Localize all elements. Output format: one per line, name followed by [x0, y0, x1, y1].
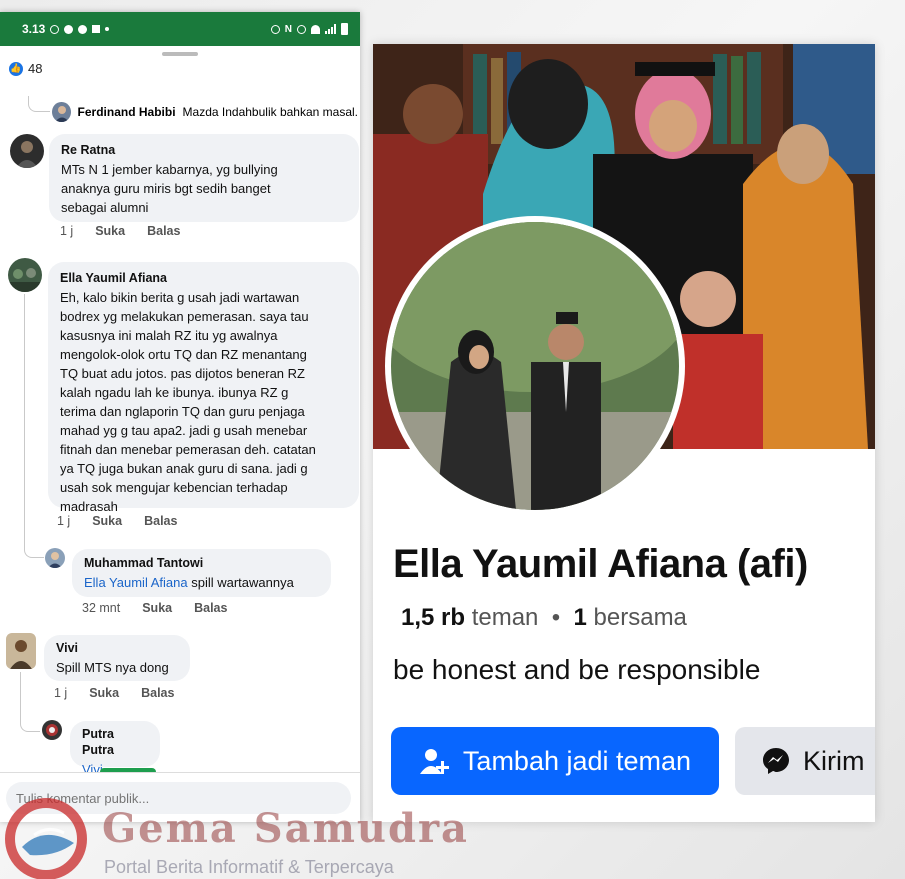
comment-line: mahad yg g tau apa2. jadi g usah menebar	[60, 423, 308, 438]
add-friend-icon	[419, 749, 449, 774]
reaction-count: 48	[28, 61, 43, 76]
comment-time: 1 j	[57, 514, 71, 528]
avatar[interactable]	[52, 102, 71, 122]
comment-line: ya TQ juga bukan anak guru di sana. jadi…	[60, 461, 308, 476]
add-friend-button[interactable]: Tambah jadi teman	[391, 727, 719, 795]
comment-author[interactable]: Re Ratna	[61, 142, 347, 158]
comment-author[interactable]: Putra Putra	[82, 726, 148, 758]
comment-author[interactable]: Vivi	[56, 640, 178, 656]
comment-text: Mazda Indahbulik bahkan masal.	[182, 105, 358, 119]
message-button[interactable]: Kirim	[735, 727, 875, 795]
profile-bio: be honest and be responsible	[393, 654, 761, 685]
comment-time: 1 j	[60, 224, 74, 238]
comment-time: 32 mnt	[82, 601, 121, 615]
comment-line: bodrex yg melakukan pemerasan. saya tau	[60, 309, 309, 324]
comment-input[interactable]	[6, 782, 351, 814]
mute-icon	[297, 24, 306, 34]
comment-line: kasusnya ini malah RZ itu yg awalnya	[60, 328, 278, 343]
like-icon: 👍	[9, 61, 23, 76]
thread-connector	[28, 96, 50, 112]
messenger-icon	[763, 748, 789, 774]
avatar[interactable]	[45, 548, 65, 568]
comment-author[interactable]: Ella Yaumil Afiana	[60, 270, 347, 286]
add-friend-label: Tambah jadi teman	[462, 745, 692, 776]
friends-count: 1,5 rb	[401, 604, 466, 631]
reply-button[interactable]: Balas	[141, 686, 174, 700]
comment-line: mengolok-olok ortu TQ dan RZ menantang	[60, 347, 307, 362]
comment-composer	[0, 772, 360, 822]
nfc-icon: N	[284, 23, 292, 35]
comment-text: spill wartawannya	[191, 575, 294, 590]
mention-link[interactable]: Ella Yaumil Afiana	[84, 575, 188, 590]
avatar[interactable]	[42, 720, 62, 740]
like-button[interactable]: Suka	[92, 514, 122, 528]
wifi-icon	[311, 24, 320, 34]
like-button[interactable]: Suka	[89, 686, 119, 700]
avatar[interactable]	[6, 633, 36, 669]
comment-bubble: Re Ratna MTs N 1 jember kabarnya, yg bul…	[49, 134, 359, 222]
comment-line: TQ buat adu jotos. pas dijotos beneran R…	[60, 366, 305, 381]
profile-name: Ella Yaumil Afiana (afi)	[393, 542, 808, 586]
chat-icon	[78, 24, 88, 34]
status-time: 3.13	[22, 22, 46, 36]
thread-connector	[20, 672, 21, 722]
comment-line: usah sok mengujar kebencian terhadap	[60, 480, 288, 495]
comment-bubble: Vivi Spill MTS nya dong	[44, 635, 190, 681]
comment-line: anaknya guru miris bgt sedih banget	[61, 181, 271, 196]
signal-icon	[325, 24, 336, 34]
comment-actions: 32 mnt Suka Balas	[82, 601, 227, 615]
comments-screen: 3.13 N 👍 48 Ferdinand Habibi Mazda Indah…	[0, 12, 360, 822]
comment-line: MTs N 1 jember kabarnya, yg bullying	[61, 162, 278, 177]
profile-card: Ella Yaumil Afiana (afi) 1,5 rb teman • …	[373, 44, 875, 822]
gallery-icon	[92, 25, 101, 33]
separator-dot: •	[545, 604, 567, 631]
thread-connector	[20, 718, 40, 732]
comment-bubble: Putra Putra Vivi	[70, 721, 160, 777]
thread-connector	[24, 294, 25, 534]
like-button[interactable]: Suka	[142, 601, 172, 615]
comment-line: kalah ngadu lah ke ibunya. ibunya RZ g	[60, 385, 289, 400]
comment-actions: 1 j Suka Balas	[57, 514, 177, 528]
avatar[interactable]	[10, 134, 44, 168]
sheet-drag-handle[interactable]	[162, 52, 198, 56]
reply-button[interactable]: Balas	[194, 601, 227, 615]
alarm-icon	[270, 24, 280, 34]
notification-dot-icon	[105, 27, 110, 31]
whatsapp-icon	[50, 24, 60, 34]
status-bar: 3.13 N	[0, 12, 360, 46]
reply-button[interactable]: Balas	[144, 514, 177, 528]
comment-author[interactable]: Ferdinand Habibi	[78, 105, 176, 119]
comment-line: terima dan nglaporin TQ dan guru penjaga	[60, 404, 305, 419]
comment-time: 1 j	[54, 686, 68, 700]
comment-actions: 1 j Suka Balas	[54, 686, 174, 700]
battery-icon	[341, 23, 348, 35]
comment-author[interactable]: Muhammad Tantowi	[84, 555, 319, 571]
thread-connector	[24, 532, 44, 558]
mutual-label: bersama	[593, 604, 687, 631]
comment-line: Eh, kalo bikin berita g usah jadi wartaw…	[60, 290, 300, 305]
comment-bubble: Ella Yaumil Afiana Eh, kalo bikin berita…	[48, 262, 359, 514]
avatar[interactable]	[8, 258, 42, 292]
message-label: Kirim	[803, 745, 865, 776]
comment-line: fitnah dan menebar pemerasan deh. catata…	[60, 442, 316, 457]
comment-actions: 1 j Suka Balas	[60, 224, 180, 238]
comment-line: sebagai alumni	[61, 200, 149, 215]
profile-picture[interactable]	[385, 216, 685, 516]
like-button[interactable]: Suka	[95, 224, 125, 238]
friends-label: teman	[471, 604, 539, 631]
reply-preview[interactable]: Ferdinand Habibi Mazda Indahbulik bahkan…	[52, 102, 358, 122]
messenger-icon	[64, 24, 74, 34]
friends-summary[interactable]: 1,5 rb teman • 1 bersama	[401, 604, 687, 632]
reaction-summary[interactable]: 👍 48	[9, 61, 42, 76]
mutual-count: 1	[573, 604, 587, 631]
comment-text: Spill MTS nya dong	[56, 660, 169, 675]
reply-button[interactable]: Balas	[147, 224, 180, 238]
watermark-subtitle: Portal Berita Informatif & Terpercaya	[104, 857, 394, 877]
comment-bubble: Muhammad Tantowi Ella Yaumil Afiana spil…	[72, 549, 331, 597]
